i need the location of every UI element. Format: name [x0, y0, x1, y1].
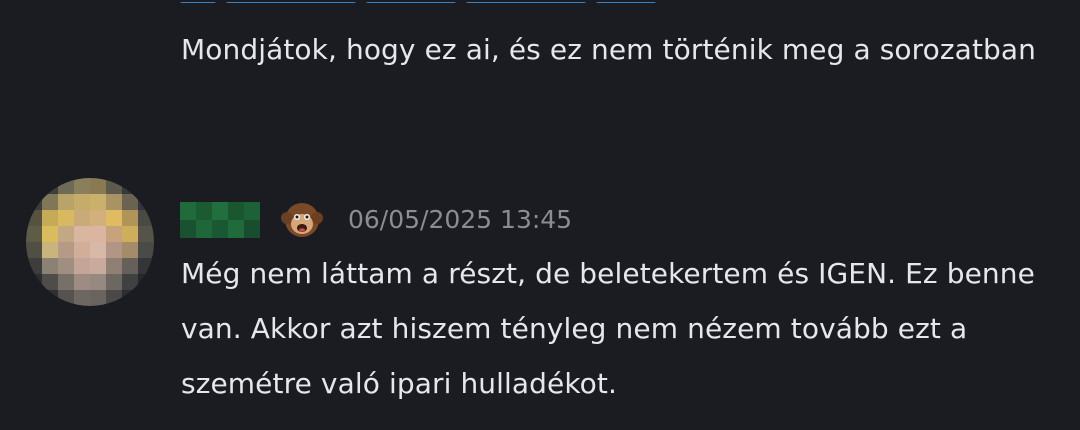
message-text: Még nem láttam a részt, de beletekertem …: [181, 257, 1035, 400]
previous-message-link-remnant: [180, 0, 700, 3]
chat-viewport: Mondjátok, hogy ez ai, és ez nem történi…: [0, 0, 1080, 430]
message-timestamp[interactable]: 06/05/2025 13:45: [348, 202, 572, 238]
monkey-face-icon: [281, 203, 323, 237]
avatar[interactable]: [26, 178, 154, 306]
message-text: Mondjátok, hogy ez ai, és ez nem történi…: [181, 33, 1037, 66]
author-name-redacted[interactable]: [180, 202, 260, 238]
